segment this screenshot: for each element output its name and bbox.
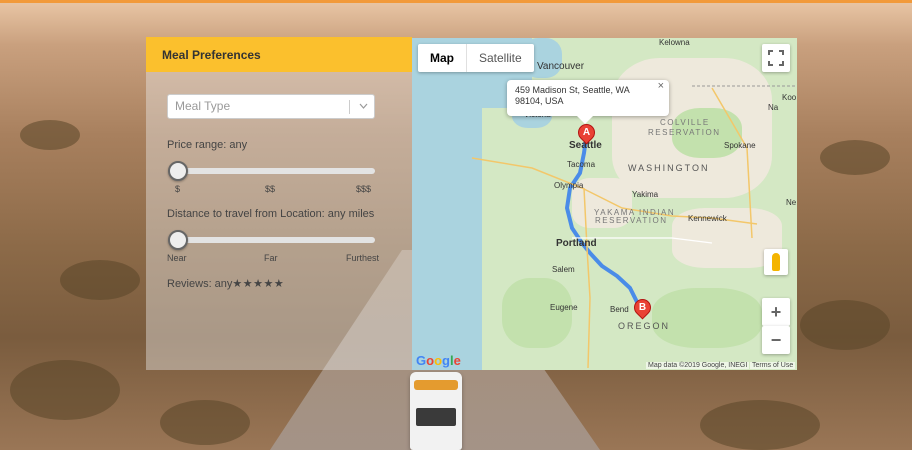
zoom-in-button[interactable]: +: [762, 298, 790, 326]
select-separator: [349, 100, 350, 114]
state-label-oregon: OREGON: [618, 321, 671, 331]
city-label-eugene: Eugene: [550, 303, 578, 312]
background-bush: [10, 360, 120, 420]
panel-title: Meal Preferences: [146, 37, 412, 72]
city-label-koo: Koo: [782, 93, 797, 102]
terms-of-use-link[interactable]: Terms of Use: [750, 362, 796, 369]
distance-label: Distance to travel from Location: any mi…: [167, 208, 375, 220]
zoom-out-button[interactable]: −: [762, 326, 790, 354]
info-window-address-line2: 98104, USA: [515, 96, 564, 106]
background-bush: [60, 260, 140, 300]
city-label-olympia: Olympia: [554, 181, 584, 190]
van-stripe: [414, 380, 458, 390]
price-tick-low: $: [175, 184, 181, 194]
price-tick-high: $$$: [356, 184, 372, 194]
chevron-down-icon[interactable]: [359, 95, 368, 127]
price-tick-mid: $$: [265, 184, 276, 194]
reviews-label: Reviews: any: [167, 278, 233, 290]
map-info-window: 459 Madison St, Seattle, WA 98104, USA ×: [507, 80, 669, 124]
distance-tick-far: Far: [264, 253, 278, 263]
star-rating-icon[interactable]: ★★★★★: [232, 278, 284, 290]
city-label-tacoma: Tacoma: [567, 160, 596, 169]
background-bush: [700, 400, 820, 450]
distance-tick-furthest: Furthest: [346, 253, 380, 263]
city-label-ne: Ne: [786, 198, 797, 207]
map-view[interactable]: Kelowna Vancouver Victoria Seattle Tacom…: [412, 38, 797, 370]
top-accent-strip: [0, 0, 912, 3]
close-icon[interactable]: ×: [658, 81, 664, 92]
meal-type-placeholder: Meal Type: [175, 99, 231, 113]
city-label-na: Na: [768, 103, 779, 112]
region-label-reservation: RESERVATION: [648, 128, 721, 137]
street-view-pegman[interactable]: [764, 249, 788, 275]
van-window: [416, 408, 456, 426]
distance-slider[interactable]: [175, 237, 375, 243]
city-label-salem: Salem: [552, 265, 575, 274]
city-label-vancouver: Vancouver: [537, 61, 585, 72]
price-range-label: Price range: any: [167, 139, 248, 151]
marker-a-label: A: [582, 127, 591, 138]
region-label-colville: COLVILLE: [660, 118, 710, 127]
google-logo: Google: [416, 353, 461, 368]
tab-map[interactable]: Map: [418, 44, 466, 72]
meal-preferences-panel: Meal Preferences Meal Type Price range: …: [146, 37, 412, 370]
price-range-slider[interactable]: [175, 168, 375, 174]
price-range-thumb[interactable]: [168, 161, 188, 181]
city-label-kennewick: Kennewick: [688, 214, 727, 223]
distance-tick-near: Near: [167, 253, 187, 263]
reviews-filter[interactable]: Reviews: any★★★★★: [167, 277, 284, 290]
map-type-control: Map Satellite: [418, 44, 534, 72]
region-label-reservation: RESERVATION: [595, 216, 668, 225]
fullscreen-button[interactable]: [762, 44, 790, 72]
city-label-kelowna: Kelowna: [659, 38, 690, 47]
background-van: [410, 372, 462, 450]
info-window-address-line1: 459 Madison St, Seattle, WA: [515, 85, 630, 95]
background-bush: [20, 120, 80, 150]
marker-b-label: B: [638, 302, 647, 313]
background-bush: [160, 400, 250, 445]
map-attribution: Map data ©2019 Google, INEGI: [646, 362, 750, 369]
background-bush: [820, 140, 890, 175]
state-label-washington: WASHINGTON: [628, 163, 710, 173]
pegman-icon: [772, 253, 780, 271]
meal-type-select[interactable]: Meal Type: [167, 94, 375, 119]
city-label-portland: Portland: [556, 238, 597, 249]
city-label-yakima: Yakima: [632, 190, 659, 199]
tab-satellite[interactable]: Satellite: [466, 44, 534, 72]
fullscreen-icon: [768, 50, 784, 66]
background-bush: [800, 300, 890, 350]
city-label-bend: Bend: [610, 305, 629, 314]
city-label-spokane: Spokane: [724, 141, 756, 150]
distance-thumb[interactable]: [168, 230, 188, 250]
